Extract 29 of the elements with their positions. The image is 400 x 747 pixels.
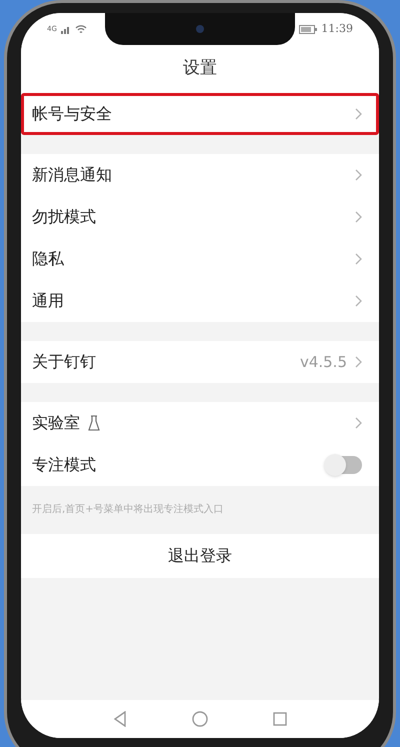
row-label: 关于钉钉 bbox=[32, 351, 96, 373]
hint-text: 开启后,首页+号菜单中将出现专注模式入口 bbox=[32, 504, 224, 515]
battery-icon bbox=[299, 24, 318, 34]
row-label: 勿扰模式 bbox=[32, 206, 96, 228]
row-label: 新消息通知 bbox=[32, 164, 112, 186]
version-text: v4.5.5 bbox=[300, 352, 347, 373]
row-label: 通用 bbox=[32, 290, 64, 312]
camera-icon bbox=[196, 25, 204, 33]
page-title: 设置 bbox=[183, 57, 217, 80]
logout-button[interactable]: 退出登录 bbox=[21, 534, 379, 578]
clock-text: 11:39 bbox=[321, 20, 353, 37]
row-label: 实验室 bbox=[32, 412, 80, 434]
wifi-icon bbox=[74, 24, 87, 34]
chevron-icon bbox=[355, 108, 362, 120]
flask-icon bbox=[88, 415, 100, 431]
back-icon[interactable] bbox=[113, 711, 128, 727]
chevron-icon bbox=[355, 295, 362, 307]
chevron-icon bbox=[355, 169, 362, 181]
home-icon[interactable] bbox=[192, 711, 208, 727]
chevron-icon bbox=[355, 356, 362, 368]
row-label: 隐私 bbox=[32, 248, 64, 270]
chevron-icon bbox=[355, 211, 362, 223]
chevron-icon bbox=[355, 417, 362, 429]
settings-row[interactable]: 帐号与安全 bbox=[21, 93, 379, 135]
chevron-icon bbox=[355, 253, 362, 265]
recents-icon[interactable] bbox=[272, 712, 287, 726]
row-label: 帐号与安全 bbox=[32, 103, 112, 125]
row-label: 专注模式 bbox=[32, 454, 96, 476]
signal-icon bbox=[60, 24, 71, 34]
